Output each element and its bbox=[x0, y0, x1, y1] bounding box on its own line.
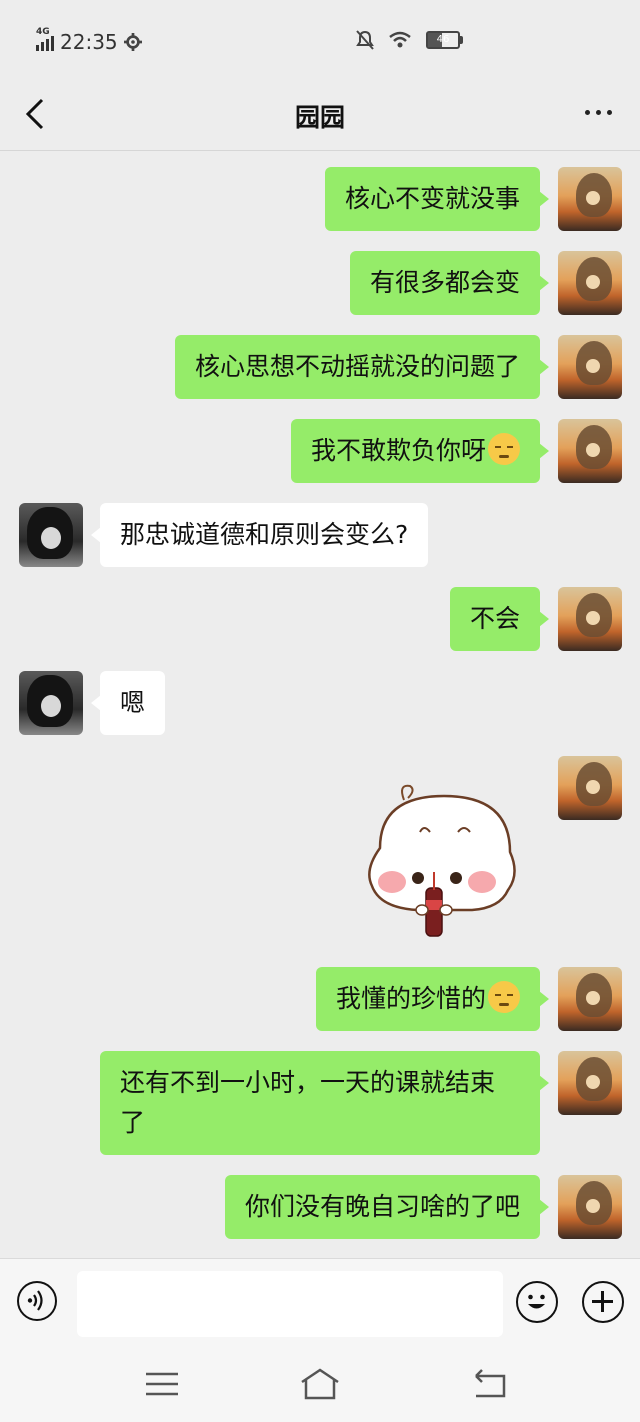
my-avatar[interactable] bbox=[558, 419, 622, 483]
mute-bell-icon bbox=[356, 30, 374, 50]
gear-icon bbox=[123, 33, 142, 51]
status-bar: 4G 22:35 46 bbox=[0, 0, 640, 78]
message-bubble[interactable]: 有很多都会变 bbox=[349, 251, 550, 315]
message-row: 我不敢欺负你呀 bbox=[0, 419, 640, 485]
my-avatar[interactable] bbox=[558, 967, 622, 1031]
message-bubble[interactable]: 我不敢欺负你呀 bbox=[290, 419, 550, 483]
message-row: 不会 bbox=[0, 587, 640, 653]
my-avatar[interactable] bbox=[558, 335, 622, 399]
message-bubble[interactable]: 不会 bbox=[449, 587, 550, 651]
plus-icon[interactable] bbox=[582, 1281, 624, 1323]
message-input[interactable] bbox=[77, 1271, 503, 1337]
bun-drinking-cola-sticker[interactable] bbox=[360, 778, 528, 942]
system-nav-bar bbox=[0, 1346, 640, 1422]
menu-icon[interactable] bbox=[142, 1366, 182, 1402]
message-row: 核心思想不动摇就没的问题了 bbox=[0, 335, 640, 401]
emoji-icon[interactable] bbox=[516, 1281, 558, 1323]
more-dots-icon[interactable] bbox=[585, 110, 612, 115]
message-row: 那忠诚道德和原则会变么? bbox=[0, 503, 640, 569]
message-row: 还有不到一小时，一天的课就结束 了 bbox=[0, 1051, 640, 1157]
message-text-line: 还有不到一小时，一天的课就结束 bbox=[120, 1068, 496, 1097]
contact-avatar[interactable] bbox=[19, 671, 83, 735]
message-text: 我懂的珍惜的 bbox=[335, 984, 486, 1013]
chat-header: 园园 bbox=[0, 78, 640, 151]
contact-avatar[interactable] bbox=[19, 503, 83, 567]
message-bubble[interactable]: 还有不到一小时，一天的课就结束 了 bbox=[100, 1051, 549, 1155]
home-icon[interactable] bbox=[298, 1366, 342, 1402]
sweat-face-emoji bbox=[488, 981, 520, 1013]
message-row: 核心不变就没事 bbox=[0, 167, 640, 233]
message-row: 你们没有晚自习啥的了吧 bbox=[0, 1175, 640, 1241]
message-row: 我懂的珍惜的 bbox=[0, 967, 640, 1033]
message-row: 有很多都会变 bbox=[0, 251, 640, 317]
wifi-icon bbox=[389, 31, 411, 48]
pouting-face-emoji bbox=[488, 433, 520, 465]
status-time: 22:35 bbox=[60, 30, 118, 54]
message-bubble[interactable]: 那忠诚道德和原则会变么? bbox=[90, 503, 429, 567]
signal-icon: 4G bbox=[36, 27, 54, 51]
message-bubble[interactable]: 核心思想不动摇就没的问题了 bbox=[174, 335, 550, 399]
message-bubble[interactable]: 我懂的珍惜的 bbox=[315, 967, 550, 1031]
message-bubble[interactable]: 你们没有晚自习啥的了吧 bbox=[224, 1175, 550, 1239]
back-icon[interactable] bbox=[470, 1366, 510, 1402]
my-avatar[interactable] bbox=[558, 587, 622, 651]
battery-icon: 46 bbox=[426, 31, 463, 49]
message-bubble[interactable]: 嗯 bbox=[90, 671, 166, 735]
message-bubble[interactable]: 核心不变就没事 bbox=[324, 167, 550, 231]
network-type: 4G bbox=[36, 27, 50, 37]
my-avatar[interactable] bbox=[558, 1175, 622, 1239]
my-avatar[interactable] bbox=[558, 251, 622, 315]
input-bar bbox=[0, 1258, 640, 1347]
message-text-line: 了 bbox=[120, 1108, 146, 1137]
voice-icon[interactable] bbox=[17, 1281, 57, 1321]
my-avatar[interactable] bbox=[558, 167, 622, 231]
my-avatar[interactable] bbox=[558, 1051, 622, 1115]
chat-title: 园园 bbox=[294, 103, 345, 132]
message-row: 嗯 bbox=[0, 671, 640, 737]
my-avatar[interactable] bbox=[558, 756, 622, 820]
message-text: 我不敢欺负你呀 bbox=[310, 436, 486, 465]
battery-level: 46 bbox=[436, 34, 450, 45]
